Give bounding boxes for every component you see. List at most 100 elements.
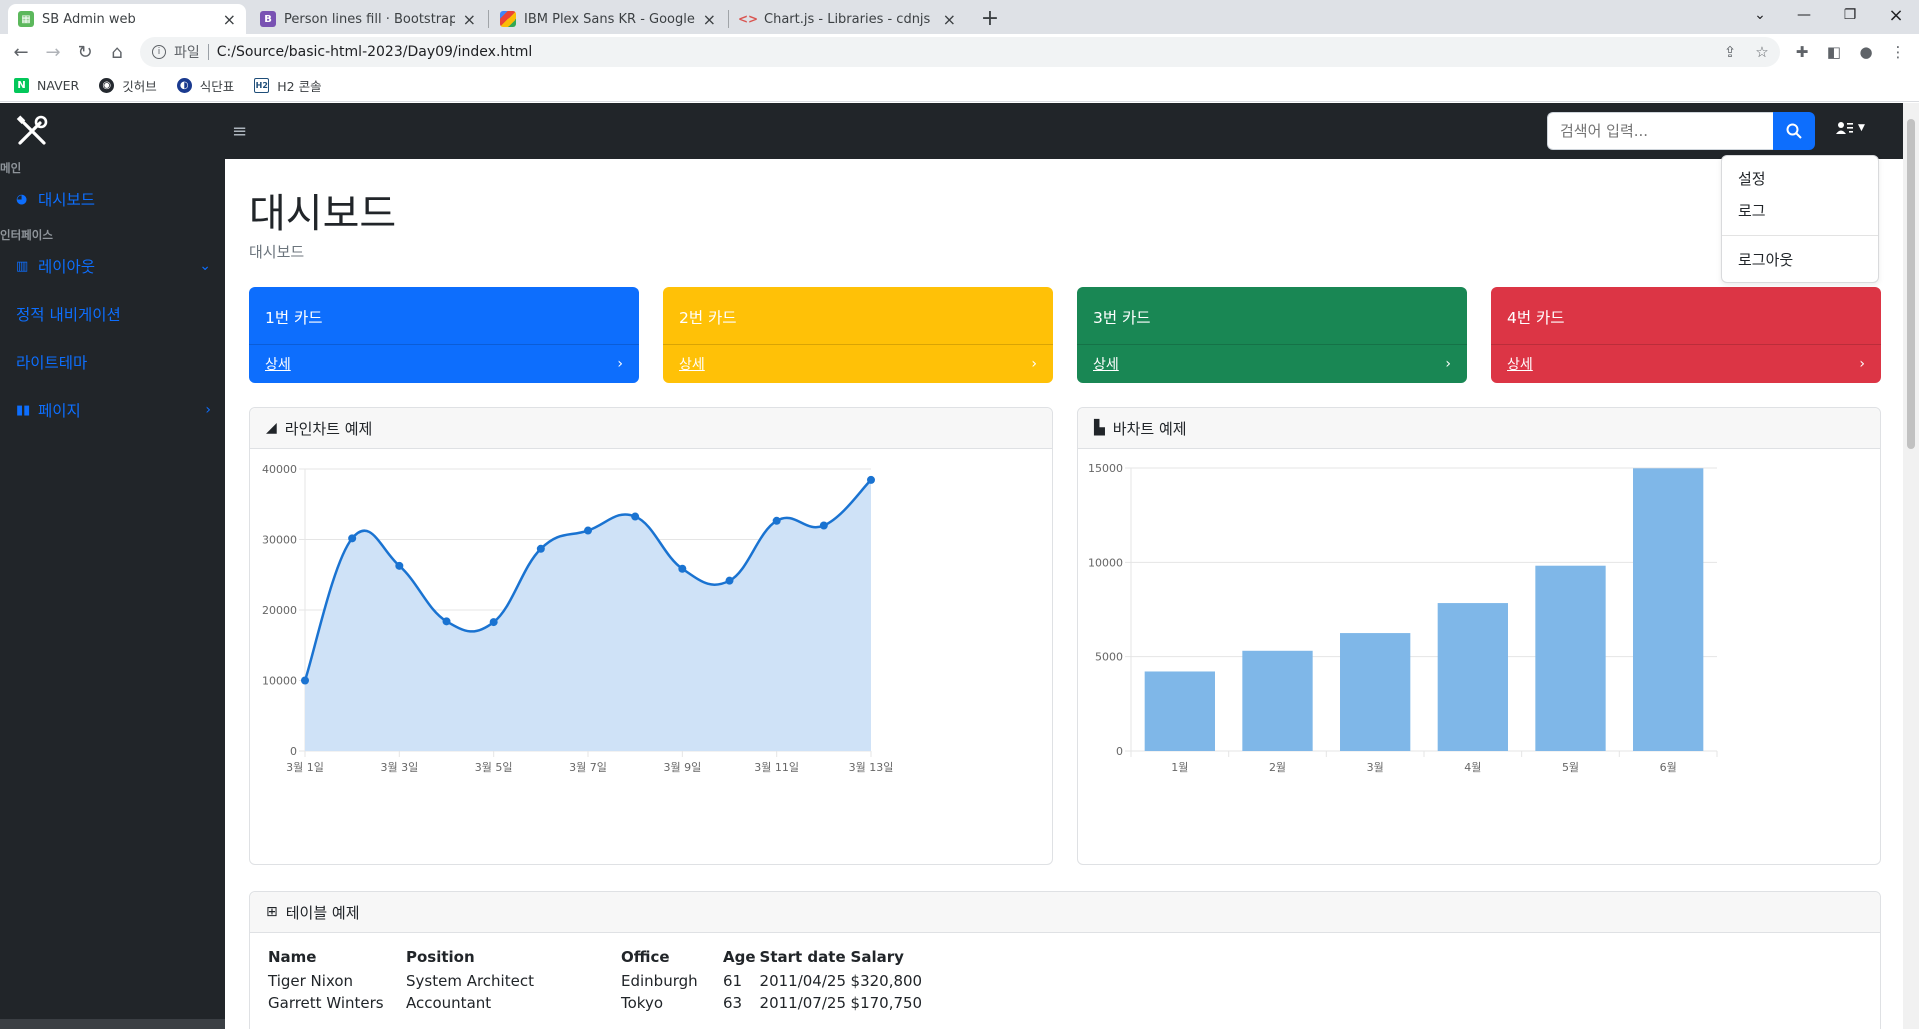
sidebar-item-layout[interactable]: ▥ 레이아웃 ⌄ (16, 255, 211, 277)
sidebar-horizontal-scrollbar[interactable] (0, 1019, 225, 1029)
x-tick-label: 3월 9일 (663, 760, 701, 774)
table-cell: System Architect (406, 972, 534, 990)
sidebar-item-pages[interactable]: ▮▮ 페이지 › (16, 399, 211, 421)
bookmark-naver[interactable]: N NAVER (14, 78, 79, 93)
chevron-right-icon: › (1031, 356, 1037, 372)
back-icon[interactable]: ← (8, 39, 34, 65)
browser-tab[interactable]: B Person lines fill · Bootstrap Icon × (250, 4, 486, 34)
menu-item-logout[interactable]: 로그아웃 (1738, 249, 1793, 270)
tab-search-icon[interactable]: ⌄ (1740, 0, 1780, 30)
search-form (1547, 112, 1815, 150)
y-tick-label: 0 (1116, 745, 1123, 758)
bar (1340, 633, 1411, 751)
sidebar-item-dashboard[interactable]: ◕ 대시보드 (16, 188, 211, 210)
bar (1437, 603, 1508, 751)
bookmark-github[interactable]: ◉ 깃허브 (99, 76, 157, 95)
table-row: Garrett Winters Accountant Tokyo 63 2011… (268, 992, 926, 1014)
sidebar-toggle-icon[interactable]: ≡ (232, 121, 247, 142)
search-button[interactable] (1773, 112, 1815, 150)
bookmark-label: H2 콘솔 (277, 79, 322, 94)
table-row: Tiger Nixon System Architect Edinburgh 6… (268, 970, 926, 992)
minimize-icon[interactable]: — (1784, 0, 1824, 30)
new-tab-button[interactable]: + (976, 4, 1004, 32)
close-icon[interactable]: × (463, 10, 476, 29)
card-title: 1번 카드 (265, 309, 323, 327)
home-icon[interactable]: ⌂ (104, 39, 130, 65)
card-detail-link[interactable]: 상세 (265, 354, 291, 374)
restore-icon[interactable]: ❐ (1830, 0, 1870, 30)
column-header[interactable]: Name (268, 948, 406, 970)
close-icon[interactable]: × (223, 10, 236, 29)
book-icon: ▮▮ (16, 402, 31, 418)
caret-down-icon: ▼ (1858, 123, 1865, 133)
sidebar: 메인 ◕ 대시보드 인터페이스 ▥ 레이아웃 ⌄ 정적 내비게이션 라이트테마 … (0, 159, 225, 1029)
profile-icon[interactable]: ● (1856, 42, 1876, 62)
data-point (395, 561, 404, 570)
menu-kebab-icon[interactable]: ⋮ (1888, 42, 1908, 62)
table-icon: ⊞ (266, 904, 278, 920)
page-scrollbar[interactable] (1903, 103, 1919, 1029)
x-tick-label: 3월 5일 (475, 760, 513, 774)
y-tick-label: 10000 (1088, 556, 1123, 569)
tools-icon[interactable] (14, 113, 50, 149)
card-4: 4번 카드 상세 › (1491, 287, 1881, 383)
x-tick-label: 3월 7일 (569, 760, 607, 774)
top-navbar: ≡ ▼ (0, 103, 1903, 159)
browser-tab-active[interactable]: ▦ SB Admin web × (8, 4, 246, 34)
tab-separator (728, 10, 729, 28)
breadcrumb: 대시보드 (249, 243, 305, 261)
x-tick-label: 3월 11일 (754, 760, 799, 774)
x-tick-label: 3월 1일 (286, 760, 324, 774)
card-title: 2번 카드 (679, 309, 737, 327)
column-header[interactable]: Position (406, 948, 621, 970)
bookmark-menu[interactable]: ◐ 식단표 (176, 76, 234, 95)
user-menu-button[interactable]: ▼ (1836, 121, 1865, 135)
column-header[interactable]: Salary (851, 948, 927, 970)
column-header[interactable]: Office (621, 948, 723, 970)
search-input[interactable] (1547, 112, 1773, 150)
page-title: 대시보드 (249, 191, 397, 237)
share-icon[interactable]: ⇪ (1720, 42, 1740, 62)
column-header[interactable]: Start date (760, 948, 851, 970)
sidebar-item-static-nav[interactable]: 정적 내비게이션 (16, 303, 211, 325)
y-tick-label: 20000 (262, 604, 297, 617)
column-header[interactable]: Age (723, 948, 760, 970)
close-icon[interactable]: × (703, 10, 716, 29)
table-cell: Accountant (406, 994, 492, 1012)
card-3: 3번 카드 상세 › (1077, 287, 1467, 383)
tab-separator (488, 10, 489, 28)
side-panel-icon[interactable]: ◧ (1824, 42, 1844, 62)
close-icon[interactable]: × (943, 10, 956, 29)
table-cell: Edinburgh (621, 972, 698, 990)
browser-tab[interactable]: IBM Plex Sans KR - Google Font × (490, 4, 726, 34)
menu-item-settings[interactable]: 설정 (1738, 168, 1766, 189)
bookmark-h2[interactable]: H2 H2 콘솔 (254, 76, 322, 95)
info-icon[interactable]: i (152, 45, 166, 59)
x-tick-label: 4월 (1464, 761, 1481, 774)
y-tick-label: 5000 (1095, 651, 1123, 664)
data-point (301, 676, 309, 685)
scrollbar-thumb[interactable] (1907, 119, 1915, 449)
forward-icon[interactable]: → (40, 39, 66, 65)
card-detail-link[interactable]: 상세 (679, 354, 705, 374)
line-chart-header: ◢ 라인차트 예제 (250, 408, 1052, 449)
columns-icon: ▥ (16, 258, 29, 274)
bar-chart-header: ▙ 바차트 예제 (1078, 408, 1880, 449)
card-1: 1번 카드 상세 › (249, 287, 639, 383)
extensions-icon[interactable]: ✚ (1792, 42, 1812, 62)
cdnjs-favicon-icon: <> (737, 12, 759, 26)
bookmark-label: 깃허브 (122, 79, 157, 94)
sidebar-item-light-theme[interactable]: 라이트테마 (16, 351, 211, 373)
table-cell: 2011/04/25 (759, 972, 846, 990)
sidebar-heading-main: 메인 (0, 161, 22, 175)
browser-tab[interactable]: <> Chart.js - Libraries - cdnjs - The × (730, 4, 966, 34)
card-detail-link[interactable]: 상세 (1093, 354, 1119, 374)
reload-icon[interactable]: ↻ (72, 39, 98, 65)
tab-title: Chart.js - Libraries - cdnjs - The (764, 11, 935, 27)
address-bar[interactable]: i 파일 C:/Source/basic-html-2023/Day09/ind… (140, 37, 1780, 67)
menu-item-log[interactable]: 로그 (1738, 200, 1766, 221)
x-tick-label: 6월 (1660, 761, 1677, 774)
card-detail-link[interactable]: 상세 (1507, 354, 1533, 374)
window-close-icon[interactable]: × (1876, 0, 1916, 30)
bookmark-star-icon[interactable]: ☆ (1752, 42, 1772, 62)
